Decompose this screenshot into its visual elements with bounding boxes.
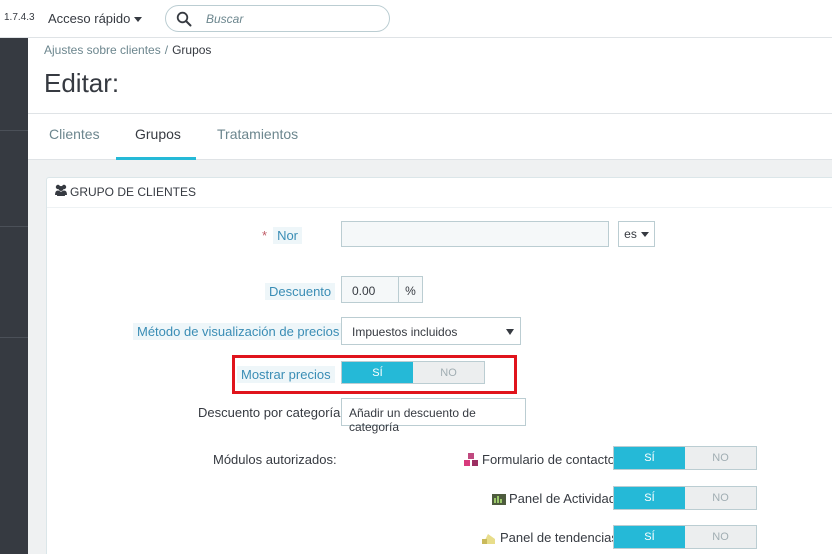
module-trends-panel-switch[interactable]: SÍ NO [613, 525, 757, 549]
discount-label: Descuento [265, 283, 336, 300]
discount-input[interactable]: 0.00 [341, 276, 399, 303]
quick-access-label: Acceso rápido [48, 11, 131, 26]
page-title: Editar: [44, 68, 120, 98]
module-trends-panel-label: Panel de tendencias [500, 530, 618, 545]
module-activity-panel-yes[interactable]: SÍ [614, 487, 685, 509]
version-label: 1.7.4.3 [4, 12, 35, 23]
breadcrumb-current[interactable]: Grupos [172, 43, 211, 57]
users-icon [55, 184, 67, 196]
breadcrumb-parent-link[interactable]: Ajustes sobre clientes [44, 43, 161, 57]
sidebar-divider [0, 226, 28, 227]
price-display-label-wrap: Método de visualización de precios [133, 323, 344, 340]
module-trends-panel-yes[interactable]: SÍ [614, 526, 685, 548]
active-tab-indicator [116, 157, 196, 160]
breadcrumb-separator: / [164, 43, 169, 57]
tab-tratamientos[interactable]: Tratamientos [217, 126, 298, 142]
breadcrumb: Ajustes sobre clientes / Grupos [44, 43, 211, 57]
contact-form-icon [464, 453, 478, 466]
add-category-discount-button[interactable]: Añadir un descuento de categoría [341, 398, 526, 434]
module-contact-form-switch[interactable]: SÍ NO [613, 446, 757, 470]
name-label-wrap: * Nor [262, 227, 303, 244]
price-display-label: Método de visualización de precios [133, 323, 344, 340]
activity-panel-icon [492, 494, 506, 505]
module-trends-panel-no[interactable]: NO [685, 526, 756, 548]
discount-label-wrap: Descuento [265, 283, 336, 300]
search-icon[interactable] [176, 11, 192, 27]
tab-clientes[interactable]: Clientes [49, 126, 100, 142]
tab-grupos[interactable]: Grupos [135, 126, 181, 142]
module-contact-form-no[interactable]: NO [685, 447, 756, 469]
modules-label: Módulos autorizados: [213, 452, 337, 467]
price-display-value: Impuestos incluidos [352, 325, 458, 339]
highlight-annotation-box [232, 355, 517, 394]
module-contact-form-label: Formulario de contacto [482, 452, 615, 467]
module-activity-panel-switch[interactable]: SÍ NO [613, 486, 757, 510]
module-contact-form-yes[interactable]: SÍ [614, 447, 685, 469]
category-discount-label: Descuento por categoría [198, 405, 341, 420]
sidebar-divider [0, 337, 28, 338]
name-label: Nor [273, 227, 303, 244]
required-asterisk: * [262, 228, 268, 243]
search-box [165, 5, 390, 32]
header-divider [28, 113, 832, 114]
language-dropdown[interactable]: es [618, 221, 655, 247]
language-code: es [624, 227, 637, 241]
panel-title: GRUPO DE CLIENTES [70, 185, 197, 199]
percent-addon: % [398, 276, 423, 303]
module-activity-panel-label: Panel de Actividad [509, 491, 616, 506]
quick-access-dropdown[interactable]: Acceso rápido [48, 11, 143, 26]
search-input[interactable] [206, 11, 376, 27]
chevron-down-icon [134, 17, 143, 23]
sidebar [0, 38, 28, 554]
chevron-down-icon [640, 231, 649, 237]
price-display-select[interactable]: Impuestos incluidos [341, 317, 521, 345]
name-input[interactable] [341, 221, 609, 247]
sidebar-divider [0, 130, 28, 131]
module-activity-panel-no[interactable]: NO [685, 487, 756, 509]
chevron-down-icon [506, 329, 514, 335]
trends-panel-icon [482, 534, 495, 544]
